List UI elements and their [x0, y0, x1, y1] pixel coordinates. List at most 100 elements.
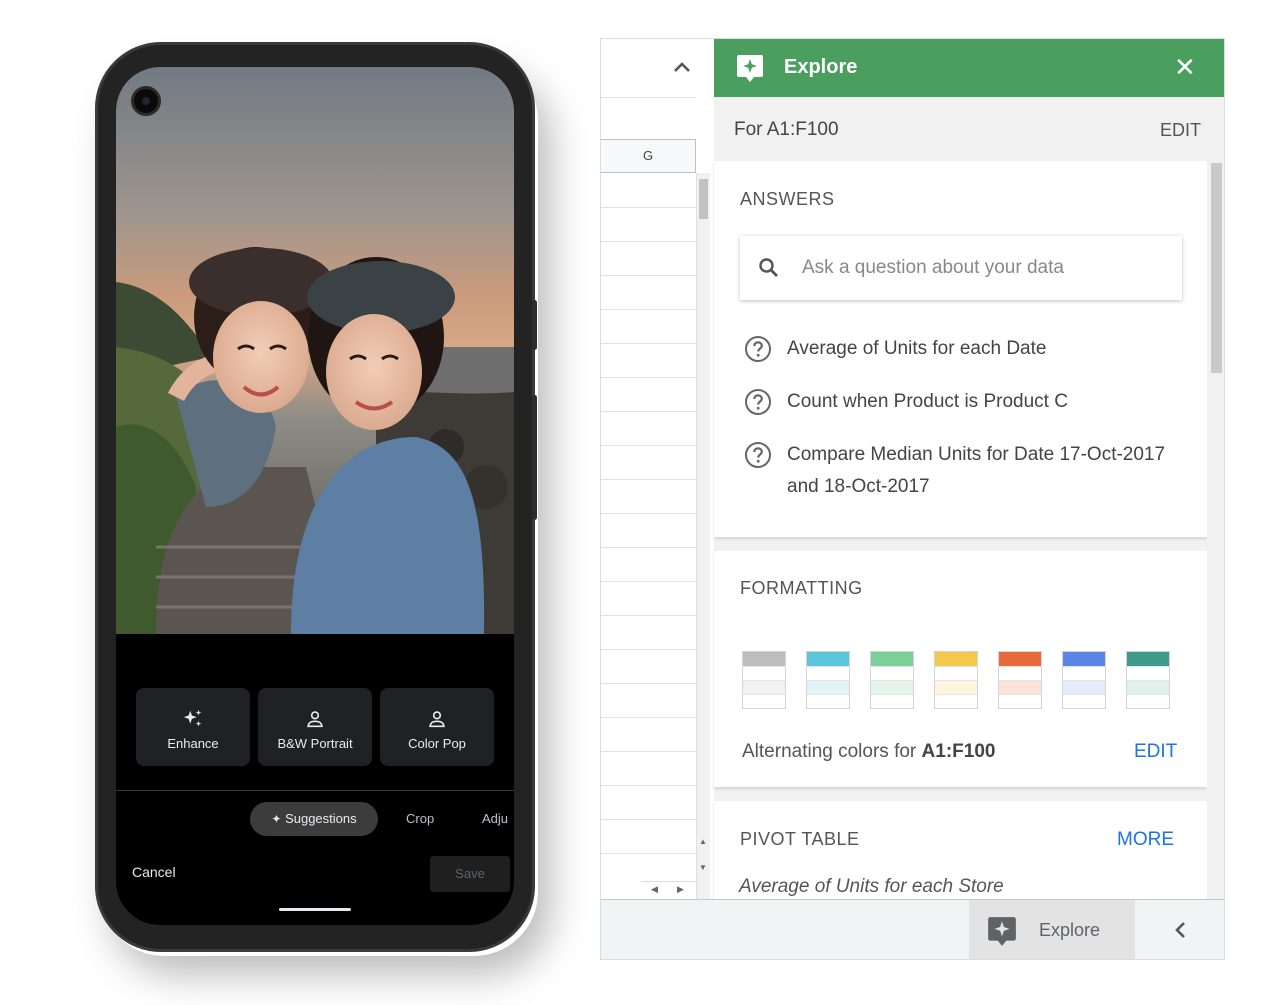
- swatch-row: [871, 680, 913, 694]
- explore-button-label: Explore: [1039, 920, 1101, 940]
- grid-horizontal-scrollbar[interactable]: ◀ ▶: [641, 881, 696, 899]
- swatch-header-band: [935, 652, 977, 666]
- suggestion-text: Count when Product is Product C: [787, 391, 1068, 412]
- enhance-tool-button[interactable]: Enhance: [136, 688, 250, 766]
- swatch-header-band: [999, 652, 1041, 666]
- gridline: [601, 343, 696, 344]
- chevron-left-icon[interactable]: [1173, 920, 1187, 946]
- sparkle-icon: [183, 709, 202, 727]
- question-circle-icon: [745, 389, 771, 415]
- home-indicator[interactable]: [279, 908, 351, 911]
- gridline: [601, 547, 696, 548]
- bw-portrait-tool-button[interactable]: B&W Portrait: [258, 688, 372, 766]
- chevron-up-icon[interactable]: [671, 57, 693, 79]
- color-pop-tool-button[interactable]: Color Pop: [380, 688, 494, 766]
- tab-suggestions[interactable]: ✦ Suggestions: [250, 802, 378, 836]
- alternating-color-swatch[interactable]: [742, 651, 786, 709]
- close-icon[interactable]: ✕: [1174, 52, 1196, 83]
- scroll-up-arrow-icon[interactable]: ▲: [697, 835, 709, 849]
- alt-colors-edit-button[interactable]: EDIT: [1134, 741, 1177, 763]
- swatch-row: [871, 666, 913, 680]
- swatch-header-band: [871, 652, 913, 666]
- alt-text-prefix: Alternating colors for: [742, 741, 922, 762]
- explore-panel-title: Explore: [784, 56, 858, 78]
- formatting-title: FORMATTING: [740, 578, 863, 598]
- answers-search-input[interactable]: [802, 254, 1162, 282]
- gridline: [601, 479, 696, 480]
- explore-button[interactable]: Explore: [969, 900, 1135, 959]
- swatch-row: [807, 694, 849, 708]
- phone-screen: Enhance B&W Portrait Color Pop ✦ Suggest…: [116, 67, 514, 925]
- scroll-down-arrow-icon[interactable]: ▼: [697, 861, 709, 875]
- tab-crop[interactable]: Crop: [406, 802, 434, 836]
- person-icon: [307, 711, 323, 728]
- answers-card: ANSWERS Average of Units for each Date: [714, 161, 1207, 537]
- person-icon: [429, 711, 445, 728]
- gridline: [601, 649, 696, 650]
- gridline: [601, 513, 696, 514]
- gridline: [601, 207, 696, 208]
- alternating-color-swatch[interactable]: [870, 651, 914, 709]
- scrollbar-thumb[interactable]: [699, 179, 708, 219]
- alternating-color-swatch[interactable]: [934, 651, 978, 709]
- sparkle-small-icon: ✦: [271, 812, 282, 826]
- grid-vertical-scrollbar[interactable]: [696, 173, 710, 899]
- alternating-color-swatch[interactable]: [1062, 651, 1106, 709]
- tab-suggestions-label: Suggestions: [285, 811, 357, 826]
- swatch-row: [999, 666, 1041, 680]
- swatch-row: [935, 694, 977, 708]
- gridline: [601, 97, 696, 98]
- alternating-colors-text: Alternating colors for A1:F100: [742, 741, 995, 763]
- toolbar-divider: [116, 790, 514, 791]
- volume-button: [532, 395, 537, 520]
- scrollbar-thumb[interactable]: [1211, 163, 1222, 373]
- gridline: [601, 683, 696, 684]
- save-button[interactable]: Save: [430, 856, 510, 892]
- swatch-header-band: [807, 652, 849, 666]
- explore-panel: Explore ✕ For A1:F100 EDIT ANSWERS Ask a…: [714, 39, 1224, 899]
- scroll-left-arrow-icon[interactable]: ◀: [651, 884, 658, 895]
- suggestion-text: Compare Median Units for Date 17-Oct-201…: [787, 444, 1166, 497]
- swatch-row: [743, 666, 785, 680]
- suggestion-item[interactable]: Count when Product is Product C: [744, 386, 1174, 418]
- gridline: [601, 377, 696, 378]
- explore-icon: [988, 917, 1016, 946]
- range-label: For A1:F100: [734, 119, 839, 140]
- power-button: [532, 300, 537, 350]
- scroll-right-arrow-icon[interactable]: ▶: [677, 884, 684, 895]
- gridline: [601, 785, 696, 786]
- front-camera: [131, 86, 161, 116]
- suggestion-item[interactable]: Compare Median Units for Date 17-Oct-201…: [744, 439, 1174, 503]
- suggestion-item[interactable]: Average of Units for each Date: [744, 333, 1174, 365]
- column-header-g[interactable]: G: [601, 139, 696, 173]
- answers-search[interactable]: [740, 236, 1182, 300]
- alternating-color-swatch[interactable]: [1126, 651, 1170, 709]
- pivot-more-button[interactable]: MORE: [1117, 829, 1174, 851]
- alternating-color-swatch[interactable]: [806, 651, 850, 709]
- swatch-row: [807, 666, 849, 680]
- swatch-row: [935, 666, 977, 680]
- swatch-row: [1127, 680, 1169, 694]
- formatting-card: FORMATTING Alternating colors for A1:F10…: [714, 551, 1207, 787]
- swatch-header-band: [1063, 652, 1105, 666]
- gridline: [601, 309, 696, 310]
- photo-illustration: [116, 67, 514, 634]
- alternating-color-swatch[interactable]: [998, 651, 1042, 709]
- swatch-row: [807, 680, 849, 694]
- tab-adjust[interactable]: Adju: [482, 802, 508, 836]
- spreadsheet-grid: G ▲ ▼ ◀ ▶: [601, 39, 714, 899]
- explore-panel-header: Explore ✕: [714, 39, 1224, 97]
- gridline: [601, 241, 696, 242]
- swatch-row: [1127, 694, 1169, 708]
- range-row: For A1:F100 EDIT: [714, 97, 1224, 161]
- swatch-row: [1063, 666, 1105, 680]
- swatch-row: [871, 694, 913, 708]
- swatch-header-band: [743, 652, 785, 666]
- color-pop-tool-label: Color Pop: [408, 736, 466, 751]
- gridline: [601, 275, 696, 276]
- cancel-button[interactable]: Cancel: [132, 864, 176, 880]
- explore-panel-scrollbar[interactable]: [1207, 161, 1224, 899]
- pivot-subtitle: Average of Units for each Store: [739, 876, 1004, 897]
- explore-icon: [737, 55, 763, 82]
- range-edit-button[interactable]: EDIT: [1160, 120, 1201, 141]
